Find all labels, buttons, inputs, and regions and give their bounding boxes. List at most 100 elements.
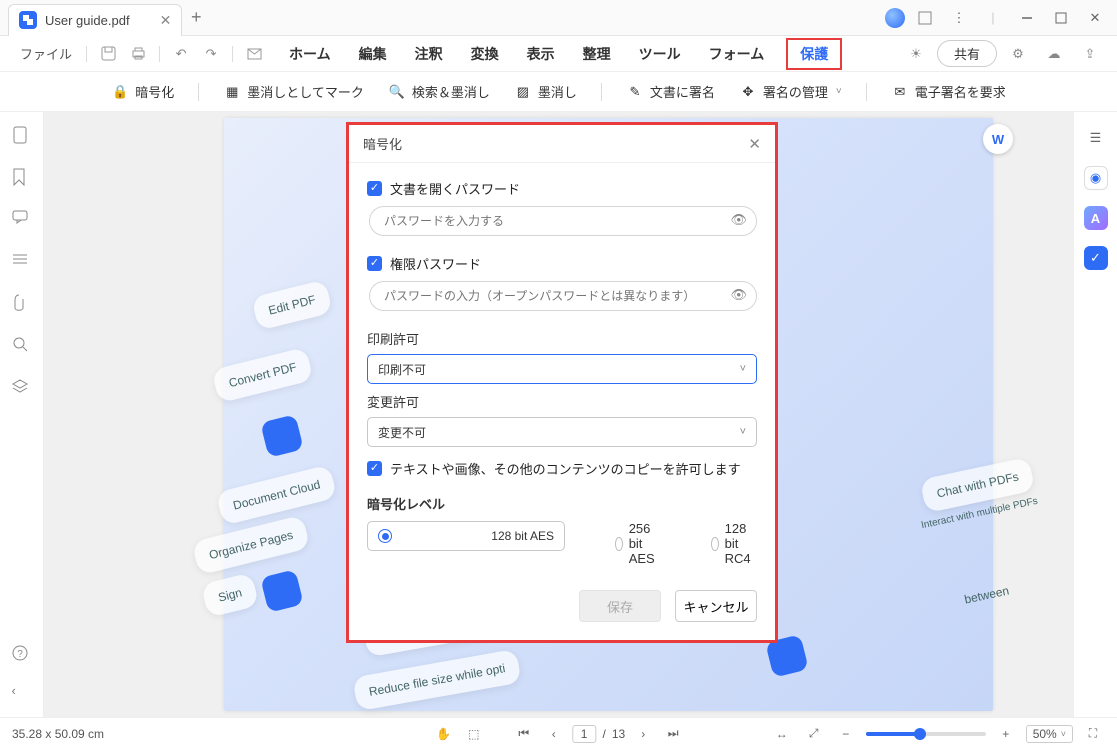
fit-width-icon[interactable]: ↔ <box>770 722 794 746</box>
print-permission-select[interactable]: 印刷不可 ˅ <box>367 354 757 384</box>
tab-convert[interactable]: 変換 <box>465 38 505 70</box>
ribbon-encrypt-label: 暗号化 <box>135 82 174 101</box>
open-password-checkbox[interactable] <box>367 181 382 196</box>
ribbon-manage-sign[interactable]: ✥署名の管理˅ <box>739 82 842 101</box>
ribbon-sign-doc-label: 文書に署名 <box>650 82 715 101</box>
brand-icon <box>885 8 905 28</box>
upload-icon[interactable]: ⇪ <box>1077 41 1103 67</box>
fit-page-icon[interactable]: ⤢ <box>802 722 826 746</box>
new-tab-button[interactable]: + <box>182 7 210 28</box>
share-button[interactable]: 共有 <box>937 40 997 67</box>
tab-tools[interactable]: ツール <box>633 38 687 70</box>
permission-password-checkbox[interactable] <box>367 256 382 271</box>
change-permission-select[interactable]: 変更不可 ˅ <box>367 417 757 447</box>
word-export-badge[interactable]: W <box>983 124 1013 154</box>
tab-view[interactable]: 表示 <box>521 38 561 70</box>
bg-tile: Reduce file size while opti <box>352 649 521 711</box>
enc-128rc4-radio[interactable]: 128 bit RC4 <box>711 521 757 566</box>
zoom-in-icon[interactable]: + <box>994 722 1018 746</box>
kebab-icon[interactable]: ⋮ <box>945 4 973 32</box>
ribbon-search-redact[interactable]: 🔍検索＆墨消し <box>388 82 490 101</box>
ribbon-encrypt[interactable]: 🔒暗号化 <box>111 82 174 101</box>
separator <box>86 46 87 62</box>
fullscreen-icon[interactable]: ⛶ <box>1081 722 1105 746</box>
page-separator: / <box>602 727 605 741</box>
tab-close-icon[interactable]: ✕ <box>160 12 172 29</box>
tab-edit[interactable]: 編集 <box>353 38 393 70</box>
next-page-icon[interactable]: › <box>631 722 655 746</box>
bg-badge <box>260 569 304 613</box>
ai-chat-icon[interactable]: ◉ <box>1084 166 1108 190</box>
link-icon[interactable]: ⚙ <box>1005 41 1031 67</box>
ribbon-request-esign[interactable]: ✉電子署名を要求 <box>891 82 1006 101</box>
save-icon[interactable] <box>95 41 121 67</box>
select-tool-icon[interactable]: ⬚ <box>462 722 486 746</box>
separator <box>866 83 867 101</box>
zoom-slider[interactable] <box>866 732 986 736</box>
redact-icon: ▨ <box>514 83 532 101</box>
check-badge-icon[interactable]: ✓ <box>1084 246 1108 270</box>
close-window-icon[interactable]: ✕ <box>1081 4 1109 32</box>
maximize-icon[interactable] <box>1047 4 1075 32</box>
ribbon-request-esign-label: 電子署名を要求 <box>915 82 1006 101</box>
open-password-input[interactable] <box>369 206 757 236</box>
thumbnails-icon[interactable] <box>12 126 32 146</box>
comments-icon[interactable] <box>12 210 32 230</box>
tab-protect[interactable]: 保護 <box>786 38 842 70</box>
zoom-out-icon[interactable]: − <box>834 722 858 746</box>
hand-tool-icon[interactable]: ✋ <box>432 722 456 746</box>
attachments-icon[interactable] <box>12 294 32 314</box>
separator <box>198 83 199 101</box>
prev-page-icon[interactable]: ‹ <box>542 722 566 746</box>
layers-icon[interactable] <box>12 378 32 398</box>
tab-form[interactable]: フォーム <box>703 38 771 70</box>
tab-organize[interactable]: 整理 <box>577 38 617 70</box>
eye-icon[interactable]: 👁 <box>730 287 747 303</box>
ribbon-manage-sign-label: 署名の管理 <box>763 82 828 101</box>
search-icon[interactable] <box>12 336 32 356</box>
chevron-left-icon[interactable]: ‹ <box>12 683 32 703</box>
fields-icon[interactable] <box>12 252 32 272</box>
ribbon-sign-doc[interactable]: ✎文書に署名 <box>626 82 715 101</box>
help-icon[interactable]: ? <box>12 645 32 665</box>
zoom-value: 50% <box>1033 727 1057 741</box>
enc-128aes-radio[interactable]: 128 bit AES <box>367 521 565 551</box>
enc-256aes-label: 256 bit AES <box>629 521 661 566</box>
minimize-icon[interactable] <box>1013 4 1041 32</box>
svg-text:?: ? <box>17 649 23 660</box>
change-permission-value: 変更不可 <box>378 424 426 441</box>
copy-permission-label: テキストや画像、その他のコンテンツのコピーを許可します <box>390 459 741 478</box>
first-page-icon[interactable]: ⏮ <box>512 722 536 746</box>
chevron-down-icon: ˅ <box>1061 729 1066 739</box>
tab-annotate[interactable]: 注釈 <box>409 38 449 70</box>
document-tab[interactable]: User guide.pdf ✕ <box>8 4 182 36</box>
copy-permission-checkbox[interactable] <box>367 461 382 476</box>
window-icon[interactable] <box>911 4 939 32</box>
tab-home[interactable]: ホーム <box>283 38 337 70</box>
last-page-icon[interactable]: ⏭ <box>661 722 685 746</box>
sliders-icon[interactable]: ☰ <box>1084 126 1108 150</box>
mail-icon[interactable] <box>241 41 267 67</box>
undo-icon[interactable]: ↶ <box>168 41 194 67</box>
file-menu[interactable]: ファイル <box>12 40 80 67</box>
cancel-button[interactable]: キャンセル <box>675 590 757 622</box>
bookmarks-icon[interactable] <box>12 168 32 188</box>
redo-icon[interactable]: ↷ <box>198 41 224 67</box>
translate-icon[interactable]: A <box>1084 206 1108 230</box>
print-icon[interactable] <box>125 41 151 67</box>
dialog-close-icon[interactable]: ✕ <box>748 135 761 153</box>
enc-128aes-label: 128 bit AES <box>491 529 554 543</box>
enc-256aes-radio[interactable]: 256 bit AES <box>615 521 661 566</box>
open-password-label: 文書を開くパスワード <box>390 179 520 198</box>
ribbon-mark-redact[interactable]: ▦墨消しとしてマーク <box>223 82 364 101</box>
ribbon-redact[interactable]: ▨墨消し <box>514 82 577 101</box>
print-permission-value: 印刷不可 <box>378 361 426 378</box>
zoom-select[interactable]: 50% ˅ <box>1026 725 1073 743</box>
lightbulb-icon[interactable]: ☀ <box>903 41 929 67</box>
chevron-down-icon: ˅ <box>740 426 746 438</box>
page-number-input[interactable]: 1 <box>572 725 597 743</box>
permission-password-input[interactable] <box>369 281 757 311</box>
eye-icon[interactable]: 👁 <box>730 212 747 228</box>
cloud-icon[interactable]: ☁ <box>1041 41 1067 67</box>
manage-sign-icon: ✥ <box>739 83 757 101</box>
